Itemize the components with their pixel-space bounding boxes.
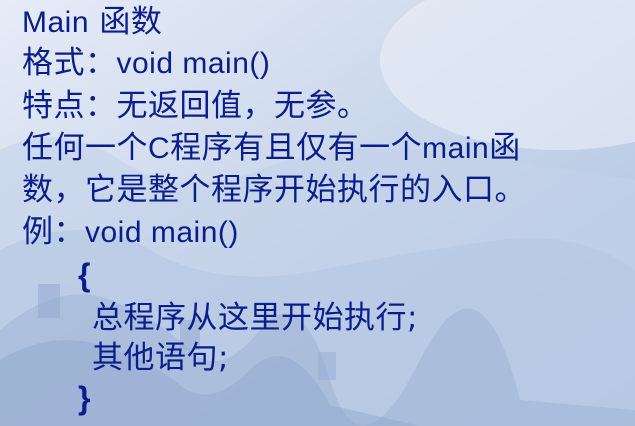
open-brace-line: {: [78, 255, 91, 296]
open-brace: {: [78, 257, 91, 293]
title-latin: Main: [22, 6, 90, 39]
format-label: 格式：: [22, 45, 117, 81]
desc1-b: 程序有且仅有一个: [170, 130, 423, 166]
close-brace: }: [78, 380, 91, 416]
format-line: 格式：void main(): [22, 43, 270, 84]
body1-text: 总程序从这里开始执行;: [92, 300, 418, 336]
example-code: void main(): [85, 216, 239, 249]
body-line-1: 总程序从这里开始执行;: [92, 298, 418, 338]
desc1-a: 任何一个: [22, 130, 148, 166]
feature-text: 特点：无返回值，无参。: [22, 88, 369, 124]
example-label: 例：: [22, 214, 85, 250]
title-cjk: 函数: [99, 4, 163, 40]
body-line-2: 其他语句;: [92, 338, 229, 378]
close-brace-line: }: [78, 378, 91, 419]
desc1-main: main: [422, 132, 490, 165]
desc1-d: 函: [489, 130, 521, 166]
description-line-1: 任何一个C程序有且仅有一个main函: [22, 128, 521, 169]
title-line: Main 函数: [22, 2, 162, 43]
feature-line: 特点：无返回值，无参。: [22, 86, 369, 126]
desc1-c: C: [148, 132, 171, 165]
desc2-text: 数，它是整个程序开始执行的入口。: [22, 172, 526, 208]
slide-canvas: Main 函数 格式：void main() 特点：无返回值，无参。 任何一个C…: [0, 0, 635, 426]
body2-text: 其他语句;: [92, 340, 229, 376]
description-line-2: 数，它是整个程序开始执行的入口。: [22, 170, 526, 210]
example-line: 例：void main(): [22, 212, 239, 253]
format-code: void main(): [116, 47, 271, 80]
